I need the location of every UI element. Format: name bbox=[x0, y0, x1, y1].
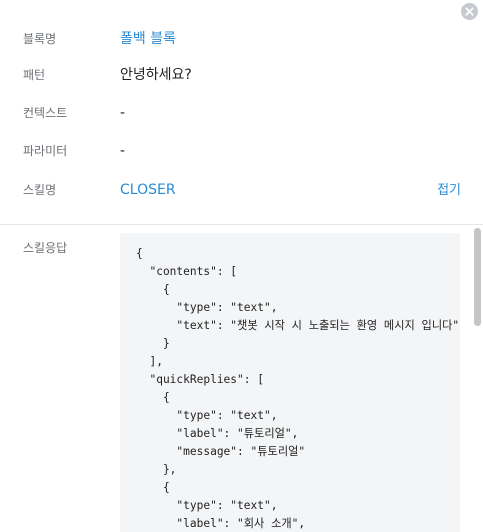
block-name-row: 블록명 폴백 블록 bbox=[0, 27, 483, 51]
pattern-label: 패턴 bbox=[23, 68, 46, 82]
pattern-value: 안녕하세요? bbox=[120, 67, 192, 83]
skill-name-label: 스킬명 bbox=[23, 183, 57, 197]
skill-name-link[interactable]: CLOSER bbox=[120, 180, 176, 200]
collapse-button[interactable]: 접기 bbox=[437, 181, 461, 201]
close-button[interactable] bbox=[461, 3, 478, 20]
skill-name-row: 스킬명 CLOSER 접기 bbox=[0, 178, 483, 202]
block-name-label: 블록명 bbox=[23, 32, 57, 46]
pattern-row: 패턴 안녕하세요? bbox=[0, 63, 483, 87]
parameter-row: 파라미터 - bbox=[0, 139, 483, 163]
scrollbar[interactable] bbox=[473, 226, 483, 532]
skill-response-label: 스킬응답 bbox=[23, 241, 68, 255]
parameter-value: - bbox=[120, 143, 126, 159]
context-label: 컨텍스트 bbox=[23, 106, 68, 120]
skill-response-code-box[interactable]: { "contents": [ { "type": "text", "text"… bbox=[120, 233, 460, 532]
context-row: 컨텍스트 - bbox=[0, 101, 483, 125]
section-divider bbox=[0, 224, 483, 225]
parameter-label: 파라미터 bbox=[23, 144, 68, 158]
block-detail-panel: 블록명 폴백 블록 패턴 안녕하세요? 컨텍스트 - 파라미터 - 스킬명 CL… bbox=[0, 0, 483, 532]
scrollbar-thumb[interactable] bbox=[474, 228, 481, 326]
close-icon bbox=[465, 7, 474, 16]
skill-response-code: { "contents": [ { "type": "text", "text"… bbox=[136, 247, 460, 530]
block-name-link[interactable]: 폴백 블록 bbox=[120, 29, 176, 49]
context-value: - bbox=[120, 105, 126, 121]
